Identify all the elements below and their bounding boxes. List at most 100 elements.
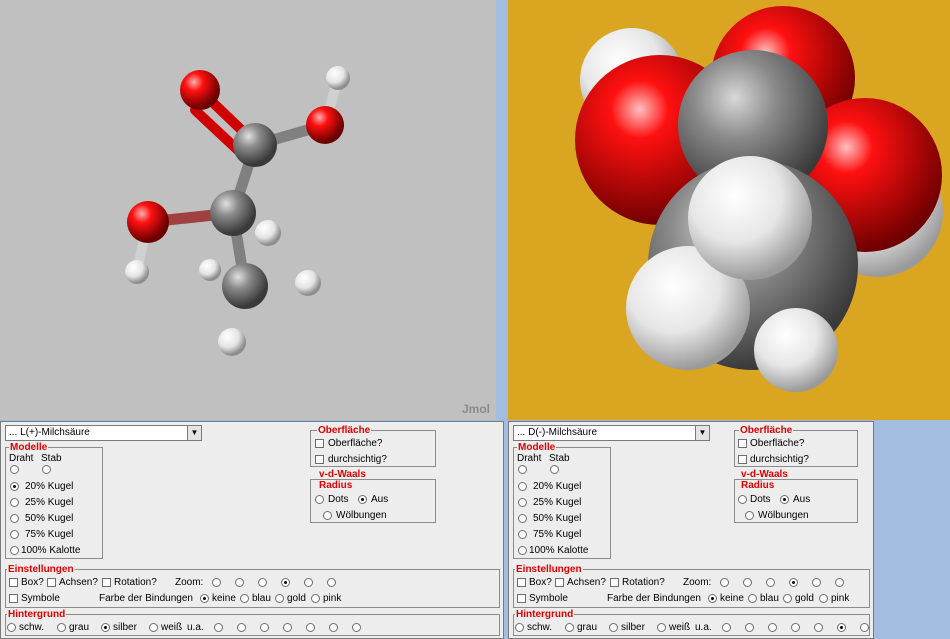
zoom-radio-0[interactable] bbox=[720, 578, 729, 587]
bond-color-pink: pink bbox=[831, 593, 850, 604]
bg-radio-grau[interactable] bbox=[57, 623, 66, 632]
model-option-radio-4[interactable] bbox=[10, 546, 19, 555]
col-draht-label: Draht bbox=[517, 453, 542, 464]
zoom-label: Zoom: bbox=[683, 577, 712, 588]
box-label: Box? bbox=[21, 577, 44, 588]
bg-radio-weiss[interactable] bbox=[149, 623, 158, 632]
durchsichtig-checkbox[interactable] bbox=[315, 455, 324, 464]
oberflaeche-checkbox[interactable] bbox=[738, 439, 747, 448]
model-option-radio-0[interactable] bbox=[10, 482, 19, 491]
zoom-radio-3[interactable] bbox=[281, 578, 290, 587]
bg-extra-radio-4[interactable] bbox=[306, 623, 315, 632]
oberflaeche-label: Oberfläche? bbox=[750, 438, 805, 449]
space-filling-molecule bbox=[575, 6, 943, 392]
bond-color-blau: blau bbox=[760, 593, 779, 604]
zoom-radio-1[interactable] bbox=[235, 578, 244, 587]
model-option-radio-3[interactable] bbox=[518, 530, 527, 539]
model-option-radio-4[interactable] bbox=[518, 546, 527, 555]
bg-radio-silber[interactable] bbox=[101, 623, 110, 632]
zoom-radio-5[interactable] bbox=[327, 578, 336, 587]
vdw-aus-radio[interactable] bbox=[358, 495, 367, 504]
bg-extra-radio-0[interactable] bbox=[214, 623, 223, 632]
rotation-checkbox[interactable] bbox=[102, 578, 111, 587]
bg-extra-radio-3[interactable] bbox=[791, 623, 800, 632]
achsen-checkbox[interactable] bbox=[47, 578, 56, 587]
bond-color-radio-blau[interactable] bbox=[748, 594, 757, 603]
model-option-radio-2[interactable] bbox=[10, 514, 19, 523]
bg-extra-radio-2[interactable] bbox=[260, 623, 269, 632]
stab-radio[interactable] bbox=[550, 465, 559, 474]
zoom-radio-4[interactable] bbox=[812, 578, 821, 587]
model-select[interactable]: ... D(-)-Milchsäure ▼ bbox=[513, 425, 710, 441]
zoom-radio-4[interactable] bbox=[304, 578, 313, 587]
bond-color-radio-pink[interactable] bbox=[311, 594, 320, 603]
bg-extra-radio-4[interactable] bbox=[814, 623, 823, 632]
durchsichtig-checkbox[interactable] bbox=[738, 455, 747, 464]
bg-radio-schw[interactable] bbox=[515, 623, 524, 632]
bond-color-radio-gold[interactable] bbox=[275, 594, 284, 603]
zoom-label: Zoom: bbox=[175, 577, 204, 588]
bg-radio-weiss[interactable] bbox=[657, 623, 666, 632]
bond-color-radio-keine[interactable] bbox=[708, 594, 717, 603]
bg-extra-radio-5[interactable] bbox=[329, 623, 338, 632]
oberflaeche-legend: Oberfläche bbox=[739, 425, 794, 436]
bg-grau-label: grau bbox=[577, 622, 598, 633]
bg-extra-radio-2[interactable] bbox=[768, 623, 777, 632]
bond-color-radio-keine[interactable] bbox=[200, 594, 209, 603]
zoom-radio-1[interactable] bbox=[743, 578, 752, 587]
bg-radio-silber[interactable] bbox=[609, 623, 618, 632]
zoom-radio-2[interactable] bbox=[766, 578, 775, 587]
bg-radio-grau[interactable] bbox=[565, 623, 574, 632]
symbole-checkbox[interactable] bbox=[9, 594, 18, 603]
achsen-checkbox[interactable] bbox=[555, 578, 564, 587]
box-checkbox[interactable] bbox=[517, 578, 526, 587]
bg-extra-radio-6[interactable] bbox=[352, 623, 361, 632]
col-stab-label: Stab bbox=[549, 453, 570, 464]
bg-extra-radio-3[interactable] bbox=[283, 623, 292, 632]
bond-color-radio-pink[interactable] bbox=[819, 594, 828, 603]
vdw-woelbungen-radio[interactable] bbox=[323, 511, 332, 520]
vdw-radius-legend: Radius bbox=[740, 480, 776, 491]
bond-color-radio-blau[interactable] bbox=[240, 594, 249, 603]
model-option-radio-1[interactable] bbox=[10, 498, 19, 507]
symbole-checkbox[interactable] bbox=[517, 594, 526, 603]
vdw-aus-radio[interactable] bbox=[780, 495, 789, 504]
modelle-legend: Modelle bbox=[517, 442, 557, 453]
draht-radio[interactable] bbox=[10, 465, 19, 474]
oberflaeche-checkbox[interactable] bbox=[315, 439, 324, 448]
jmol-viewer-left[interactable]: Jmol bbox=[0, 0, 496, 420]
model-option-radio-0[interactable] bbox=[518, 482, 527, 491]
bg-extra-radio-6[interactable] bbox=[860, 623, 869, 632]
zoom-radio-5[interactable] bbox=[835, 578, 844, 587]
box-label: Box? bbox=[529, 577, 552, 588]
bg-extra-radio-5[interactable] bbox=[837, 623, 846, 632]
model-option-radio-3[interactable] bbox=[10, 530, 19, 539]
bg-radio-schw[interactable] bbox=[7, 623, 16, 632]
vdw-dots-radio[interactable] bbox=[315, 495, 324, 504]
hintergrund-legend: Hintergrund bbox=[515, 609, 575, 620]
bg-extra-radio-0[interactable] bbox=[722, 623, 731, 632]
vdw-dots-radio[interactable] bbox=[738, 495, 747, 504]
box-checkbox[interactable] bbox=[9, 578, 18, 587]
zoom-radio-3[interactable] bbox=[789, 578, 798, 587]
bg-weiss-label: weiß bbox=[161, 622, 183, 633]
stab-radio[interactable] bbox=[42, 465, 51, 474]
model-select-value: ... L(+)-Milchsäure bbox=[9, 427, 90, 438]
jmol-viewer-right[interactable] bbox=[508, 0, 950, 420]
zoom-radio-0[interactable] bbox=[212, 578, 221, 587]
vdw-woelbungen-radio[interactable] bbox=[745, 511, 754, 520]
zoom-radio-2[interactable] bbox=[258, 578, 267, 587]
col-draht-label: Draht bbox=[9, 453, 34, 464]
chevron-down-icon[interactable]: ▼ bbox=[695, 426, 709, 440]
model-option-label-0: 20% Kugel bbox=[25, 481, 74, 492]
bg-extra-radio-1[interactable] bbox=[745, 623, 754, 632]
bond-color-radio-gold[interactable] bbox=[783, 594, 792, 603]
model-option-radio-1[interactable] bbox=[518, 498, 527, 507]
chevron-down-icon[interactable]: ▼ bbox=[187, 426, 201, 440]
model-select[interactable]: ... L(+)-Milchsäure ▼ bbox=[5, 425, 202, 441]
draht-radio[interactable] bbox=[518, 465, 527, 474]
bg-extra-radio-1[interactable] bbox=[237, 623, 246, 632]
model-option-radio-2[interactable] bbox=[518, 514, 527, 523]
vdw-woelbungen-label: Wölbungen bbox=[758, 510, 809, 521]
rotation-checkbox[interactable] bbox=[610, 578, 619, 587]
